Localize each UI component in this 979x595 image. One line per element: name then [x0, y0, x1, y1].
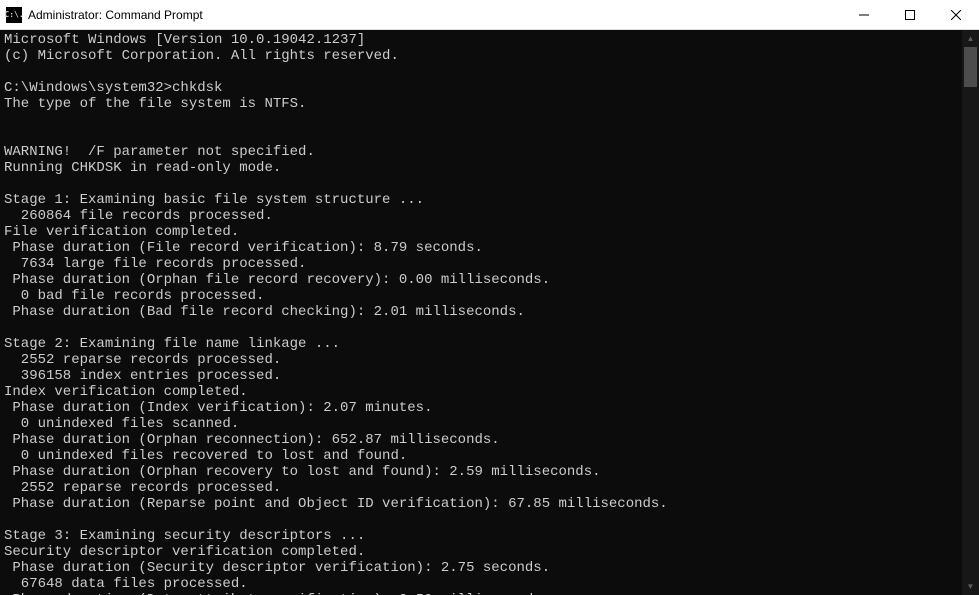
vertical-scrollbar[interactable]: ▲ ▼ [962, 30, 979, 595]
minimize-icon [859, 10, 869, 20]
console-line: Phase duration (Index verification): 2.0… [4, 400, 962, 416]
console-line: C:\Windows\system32>chkdsk [4, 80, 962, 96]
minimize-button[interactable] [841, 0, 887, 30]
console-line: 260864 file records processed. [4, 208, 962, 224]
cmd-icon: C:\. [6, 7, 22, 23]
close-icon [951, 10, 961, 20]
console-line: File verification completed. [4, 224, 962, 240]
window-controls [841, 0, 979, 30]
console-line: WARNING! /F parameter not specified. [4, 144, 962, 160]
console-line [4, 176, 962, 192]
console-line: Phase duration (File record verification… [4, 240, 962, 256]
console-line [4, 128, 962, 144]
console-line: 0 unindexed files scanned. [4, 416, 962, 432]
console-line: Microsoft Windows [Version 10.0.19042.12… [4, 32, 962, 48]
console-line: Phase duration (Orphan reconnection): 65… [4, 432, 962, 448]
scroll-down-arrow[interactable]: ▼ [962, 578, 979, 595]
console-output[interactable]: Microsoft Windows [Version 10.0.19042.12… [0, 30, 962, 595]
console-line: 0 unindexed files recovered to lost and … [4, 448, 962, 464]
scrollbar-track[interactable] [962, 47, 979, 578]
console-line: Stage 2: Examining file name linkage ... [4, 336, 962, 352]
console-line: The type of the file system is NTFS. [4, 96, 962, 112]
close-button[interactable] [933, 0, 979, 30]
scrollbar-thumb[interactable] [964, 47, 977, 87]
console-line: Index verification completed. [4, 384, 962, 400]
console-line [4, 64, 962, 80]
console-line: Phase duration (Bad file record checking… [4, 304, 962, 320]
console-line [4, 112, 962, 128]
maximize-button[interactable] [887, 0, 933, 30]
console-line: Phase duration (Reparse point and Object… [4, 496, 962, 512]
console-line: 2552 reparse records processed. [4, 480, 962, 496]
maximize-icon [905, 10, 915, 20]
scroll-up-arrow[interactable]: ▲ [962, 30, 979, 47]
window-titlebar: C:\. Administrator: Command Prompt [0, 0, 979, 30]
console-line: Phase duration (Security descriptor veri… [4, 560, 962, 576]
console-line: Stage 3: Examining security descriptors … [4, 528, 962, 544]
console-line: 2552 reparse records processed. [4, 352, 962, 368]
console-line: Stage 1: Examining basic file system str… [4, 192, 962, 208]
console-line: Running CHKDSK in read-only mode. [4, 160, 962, 176]
console-line: Phase duration (Orphan recovery to lost … [4, 464, 962, 480]
console-line: 396158 index entries processed. [4, 368, 962, 384]
console-line: 67648 data files processed. [4, 576, 962, 592]
console-line: 7634 large file records processed. [4, 256, 962, 272]
console-body: Microsoft Windows [Version 10.0.19042.12… [0, 30, 979, 595]
console-line: Security descriptor verification complet… [4, 544, 962, 560]
console-line [4, 320, 962, 336]
console-line: 0 bad file records processed. [4, 288, 962, 304]
window-title: Administrator: Command Prompt [28, 8, 841, 22]
console-line: Phase duration (Orphan file record recov… [4, 272, 962, 288]
console-line: (c) Microsoft Corporation. All rights re… [4, 48, 962, 64]
console-line [4, 512, 962, 528]
